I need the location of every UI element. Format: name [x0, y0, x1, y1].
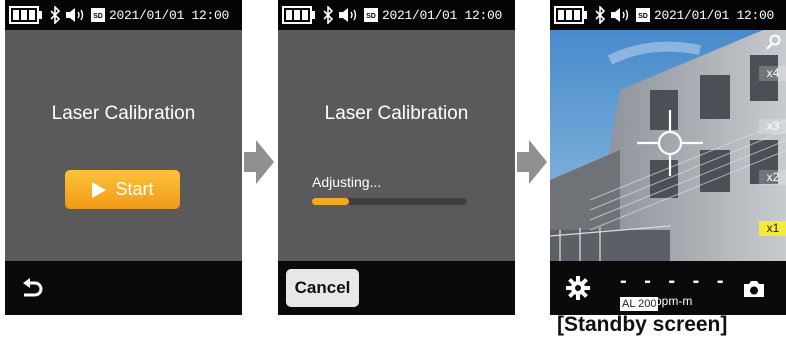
- standby-screen-caption: [Standby screen]: [557, 313, 728, 336]
- progress-bar: [312, 198, 467, 205]
- start-button-label: Start: [115, 179, 154, 199]
- svg-text:SD: SD: [366, 13, 376, 20]
- status-time: 2021/01/01 12:00: [654, 8, 775, 23]
- status-time: 2021/01/01 12:00: [109, 8, 230, 23]
- screen-title: Laser Calibration: [324, 103, 469, 124]
- sd-card-icon: SD: [636, 8, 650, 22]
- battery-icon: [9, 6, 42, 24]
- sd-card-icon: SD: [364, 8, 378, 22]
- search-icon[interactable]: [766, 34, 782, 50]
- next-step-arrow-icon: [244, 140, 274, 184]
- calibration-progress-screen: SD 2021/01/01 12:00 Laser Calibration Ad…: [278, 0, 515, 315]
- battery-icon: [282, 6, 315, 24]
- status-bar: SD 2021/01/01 12:00: [278, 0, 515, 30]
- svg-text:SD: SD: [638, 13, 648, 20]
- bluetooth-icon: [595, 6, 606, 24]
- zoom-x3-button[interactable]: x3: [759, 119, 786, 134]
- alarm-level-label: AL 200: [620, 297, 659, 311]
- standby-screen: SD 2021/01/01 12:00 x4 x3 x2 x1 - - - - …: [550, 0, 786, 315]
- zoom-x1-button[interactable]: x1: [759, 221, 786, 236]
- next-step-arrow-icon: [517, 140, 547, 184]
- calibration-start-screen: SD 2021/01/01 12:00 Laser Calibration St…: [5, 0, 242, 315]
- svg-text:SD: SD: [93, 13, 103, 20]
- cancel-button[interactable]: Cancel: [286, 269, 359, 307]
- status-time: 2021/01/01 12:00: [382, 8, 503, 23]
- status-bar: SD 2021/01/01 12:00: [550, 0, 786, 30]
- play-icon: [92, 181, 107, 198]
- bluetooth-icon: [323, 6, 334, 24]
- screen-title: Laser Calibration: [51, 103, 196, 124]
- battery-icon: [554, 6, 587, 24]
- zoom-x2-button[interactable]: x2: [759, 170, 786, 185]
- sd-card-icon: SD: [91, 8, 105, 22]
- reading-unit: ppm-m: [655, 294, 693, 308]
- speaker-icon: [339, 8, 357, 22]
- camera-icon[interactable]: [742, 279, 766, 299]
- bluetooth-icon: [50, 6, 61, 24]
- adjusting-label: Adjusting...: [312, 174, 382, 190]
- status-bar: SD 2021/01/01 12:00: [5, 0, 242, 30]
- speaker-icon: [611, 8, 629, 22]
- progress-fill: [312, 198, 350, 205]
- zoom-x4-button[interactable]: x4: [759, 66, 786, 81]
- gas-reading: - - - - -: [620, 270, 730, 292]
- gear-icon[interactable]: [566, 276, 590, 300]
- back-icon[interactable]: [21, 278, 43, 300]
- crosshair-icon: [637, 110, 703, 176]
- start-button[interactable]: Start: [65, 170, 180, 209]
- speaker-icon: [66, 8, 84, 22]
